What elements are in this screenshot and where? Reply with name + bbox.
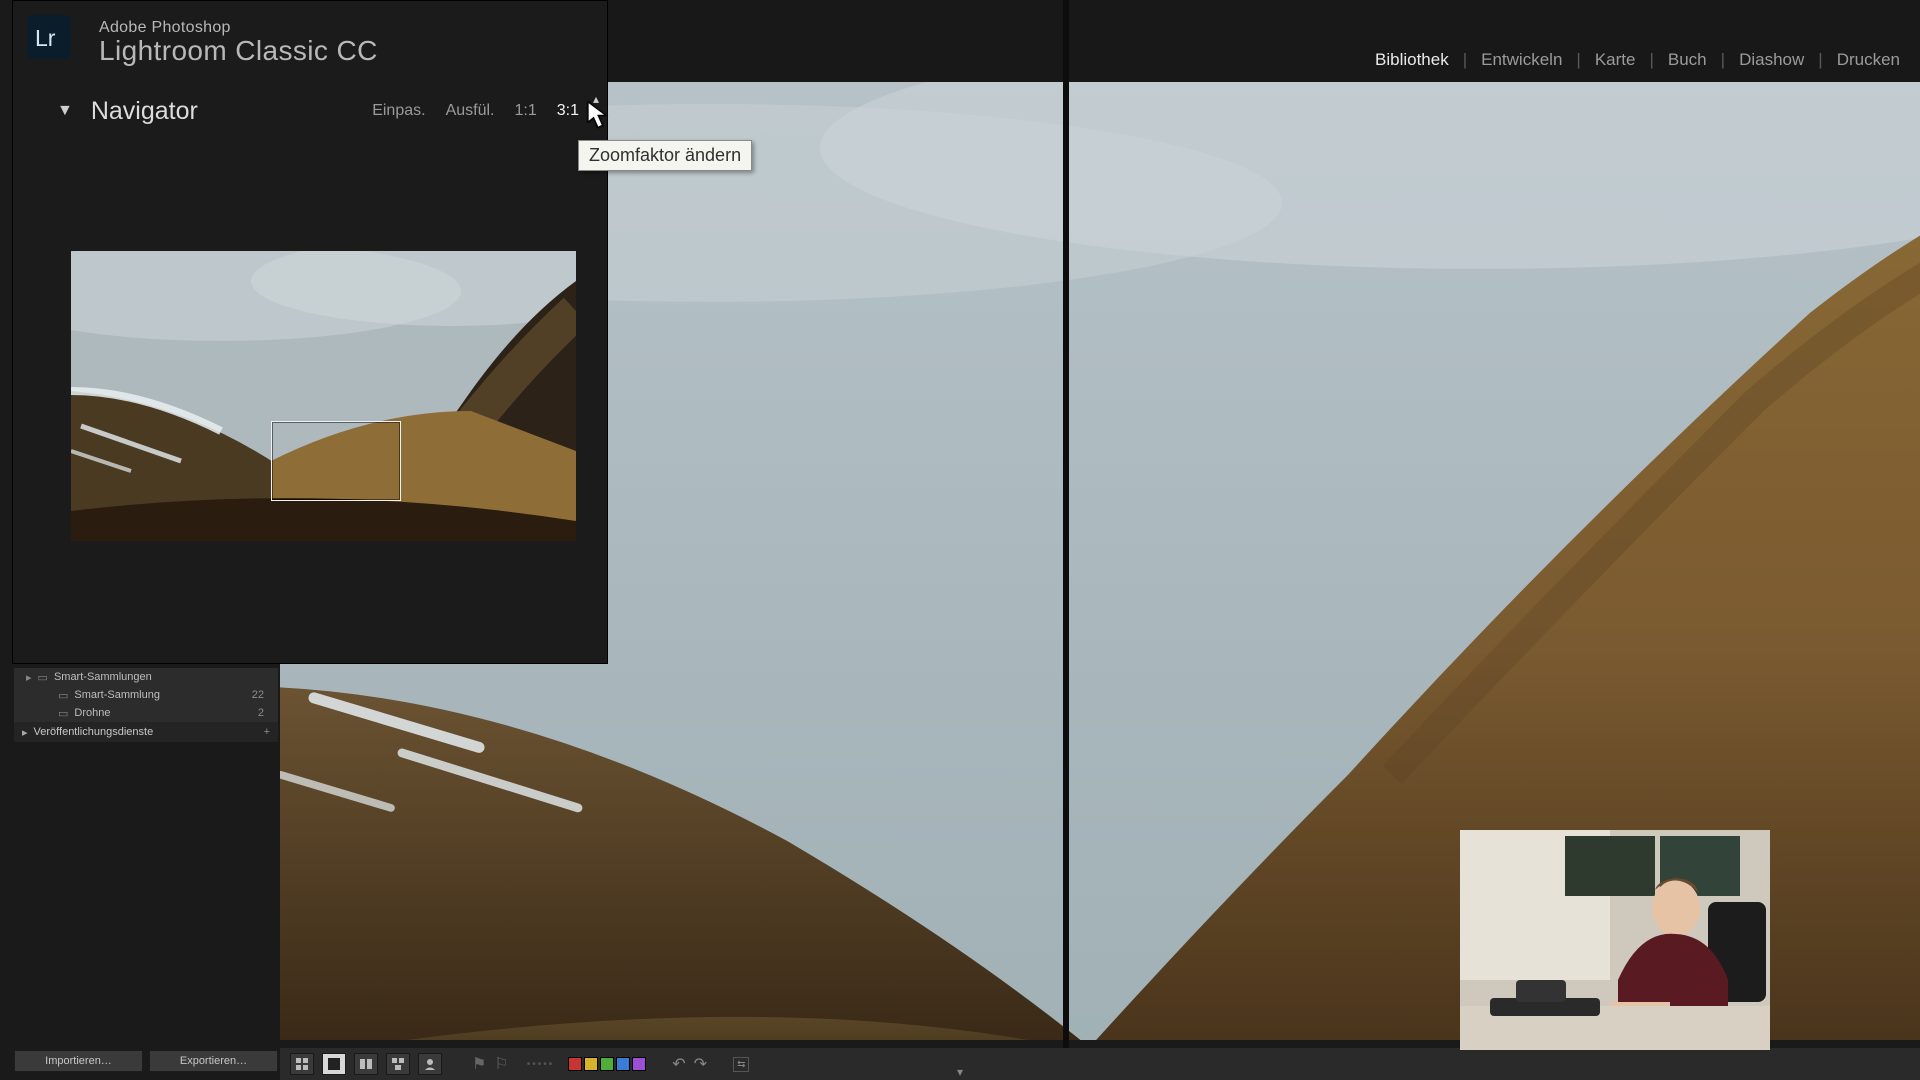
star-icon[interactable]: • <box>543 1059 547 1070</box>
color-labels <box>568 1057 646 1071</box>
flag-pick-icon[interactable]: ⚑ <box>472 1054 486 1074</box>
color-label-green[interactable] <box>600 1057 614 1071</box>
rating-stars[interactable]: ••••• <box>527 1059 553 1070</box>
row-arrow-icon: ▸ <box>26 671 32 684</box>
zoom-custom[interactable]: 3:1 <box>557 102 579 120</box>
collection-label: Smart-Sammlungen <box>54 671 152 683</box>
module-tab-library[interactable]: Bibliothek <box>1369 50 1455 70</box>
color-label-blue[interactable] <box>616 1057 630 1071</box>
add-service-icon[interactable]: + <box>264 726 270 738</box>
library-toolbar: ⚑ ⚐ ••••• ↶ ↷ ⇆ <box>280 1048 1920 1080</box>
color-label-yellow[interactable] <box>584 1057 598 1071</box>
collection-count: 2 <box>258 707 270 719</box>
rotate-cw-icon[interactable]: ↷ <box>694 1054 707 1074</box>
module-tab-map[interactable]: Karte <box>1589 50 1642 70</box>
navigator-title: Navigator <box>91 97 198 126</box>
row-icon: ▭ <box>58 707 68 720</box>
panel-seam <box>1063 0 1069 1080</box>
navigator-header[interactable]: ▼ Navigator Einpas. Ausfül. 1:1 3:1 <box>57 91 597 131</box>
zoom-dropdown-arrows-icon[interactable]: ▴▾ <box>591 93 601 129</box>
collections-sidebar: ▸ ▭ Smart-Sammlungen ▭ Smart-Sammlung 22… <box>14 668 278 742</box>
module-tab-print[interactable]: Drucken <box>1831 50 1906 70</box>
svg-text:Lr: Lr <box>35 25 56 51</box>
zoom-fill[interactable]: Ausfül. <box>446 102 495 120</box>
module-tab-book[interactable]: Buch <box>1662 50 1713 70</box>
row-icon: ▭ <box>58 689 68 702</box>
disclosure-triangle-icon[interactable]: ▼ <box>57 102 73 120</box>
module-tab-slideshow[interactable]: Diashow <box>1733 50 1810 70</box>
lightroom-logo-icon: Lr <box>27 15 71 59</box>
zoom-tooltip: Zoomfaktor ändern <box>578 140 752 171</box>
collection-row[interactable]: ▭ Smart-Sammlung 22 <box>14 686 278 704</box>
publish-services-header[interactable]: ▸ Veröffentlichungsdienste + <box>14 722 278 742</box>
star-icon[interactable]: • <box>538 1059 542 1070</box>
app-brand: Adobe Photoshop Lightroom Classic CC <box>99 19 378 67</box>
color-label-purple[interactable] <box>632 1057 646 1071</box>
module-picker: Bibliothek| Entwickeln| Karte| Buch| Dia… <box>1369 50 1906 70</box>
navigator-thumbnail[interactable] <box>71 251 576 541</box>
module-tab-develop[interactable]: Entwickeln <box>1475 50 1568 70</box>
collection-label: Smart-Sammlung <box>74 689 160 701</box>
survey-view-button[interactable] <box>386 1053 410 1075</box>
row-icon: ▭ <box>38 671 48 684</box>
zoom-1to1[interactable]: 1:1 <box>515 102 537 120</box>
zoom-fit[interactable]: Einpas. <box>372 102 425 120</box>
sync-metadata-icon[interactable]: ⇆ <box>733 1057 749 1072</box>
navigator-panel-zoomed: Lr Adobe Photoshop Lightroom Classic CC … <box>12 0 608 664</box>
loupe-view-button[interactable] <box>322 1053 346 1075</box>
star-icon[interactable]: • <box>532 1059 536 1070</box>
color-label-red[interactable] <box>568 1057 582 1071</box>
people-view-button[interactable] <box>418 1053 442 1075</box>
export-button[interactable]: Exportieren… <box>149 1050 278 1072</box>
zoom-level-picker: Einpas. Ausfül. 1:1 3:1 <box>372 91 579 131</box>
collection-row[interactable]: ▸ ▭ Smart-Sammlungen <box>14 668 278 686</box>
star-icon[interactable]: • <box>549 1059 553 1070</box>
star-icon[interactable]: • <box>527 1059 531 1070</box>
brand-line2: Lightroom Classic CC <box>99 35 378 67</box>
webcam-overlay <box>1460 830 1770 1050</box>
compare-view-button[interactable] <box>354 1053 378 1075</box>
import-button[interactable]: Importieren… <box>14 1050 143 1072</box>
flag-reject-icon[interactable]: ⚐ <box>494 1054 508 1074</box>
collection-label: Drohne <box>74 707 110 719</box>
filmstrip-toggle-icon[interactable]: ▾ <box>957 1065 963 1079</box>
section-arrow-icon: ▸ <box>22 726 28 739</box>
collection-count: 22 <box>252 689 270 701</box>
rotate-ccw-icon[interactable]: ↶ <box>672 1054 685 1074</box>
collection-row[interactable]: ▭ Drohne 2 <box>14 704 278 722</box>
import-export-bar: Importieren… Exportieren… <box>14 1050 278 1072</box>
grid-view-button[interactable] <box>290 1053 314 1075</box>
section-label: Veröffentlichungsdienste <box>34 726 154 738</box>
